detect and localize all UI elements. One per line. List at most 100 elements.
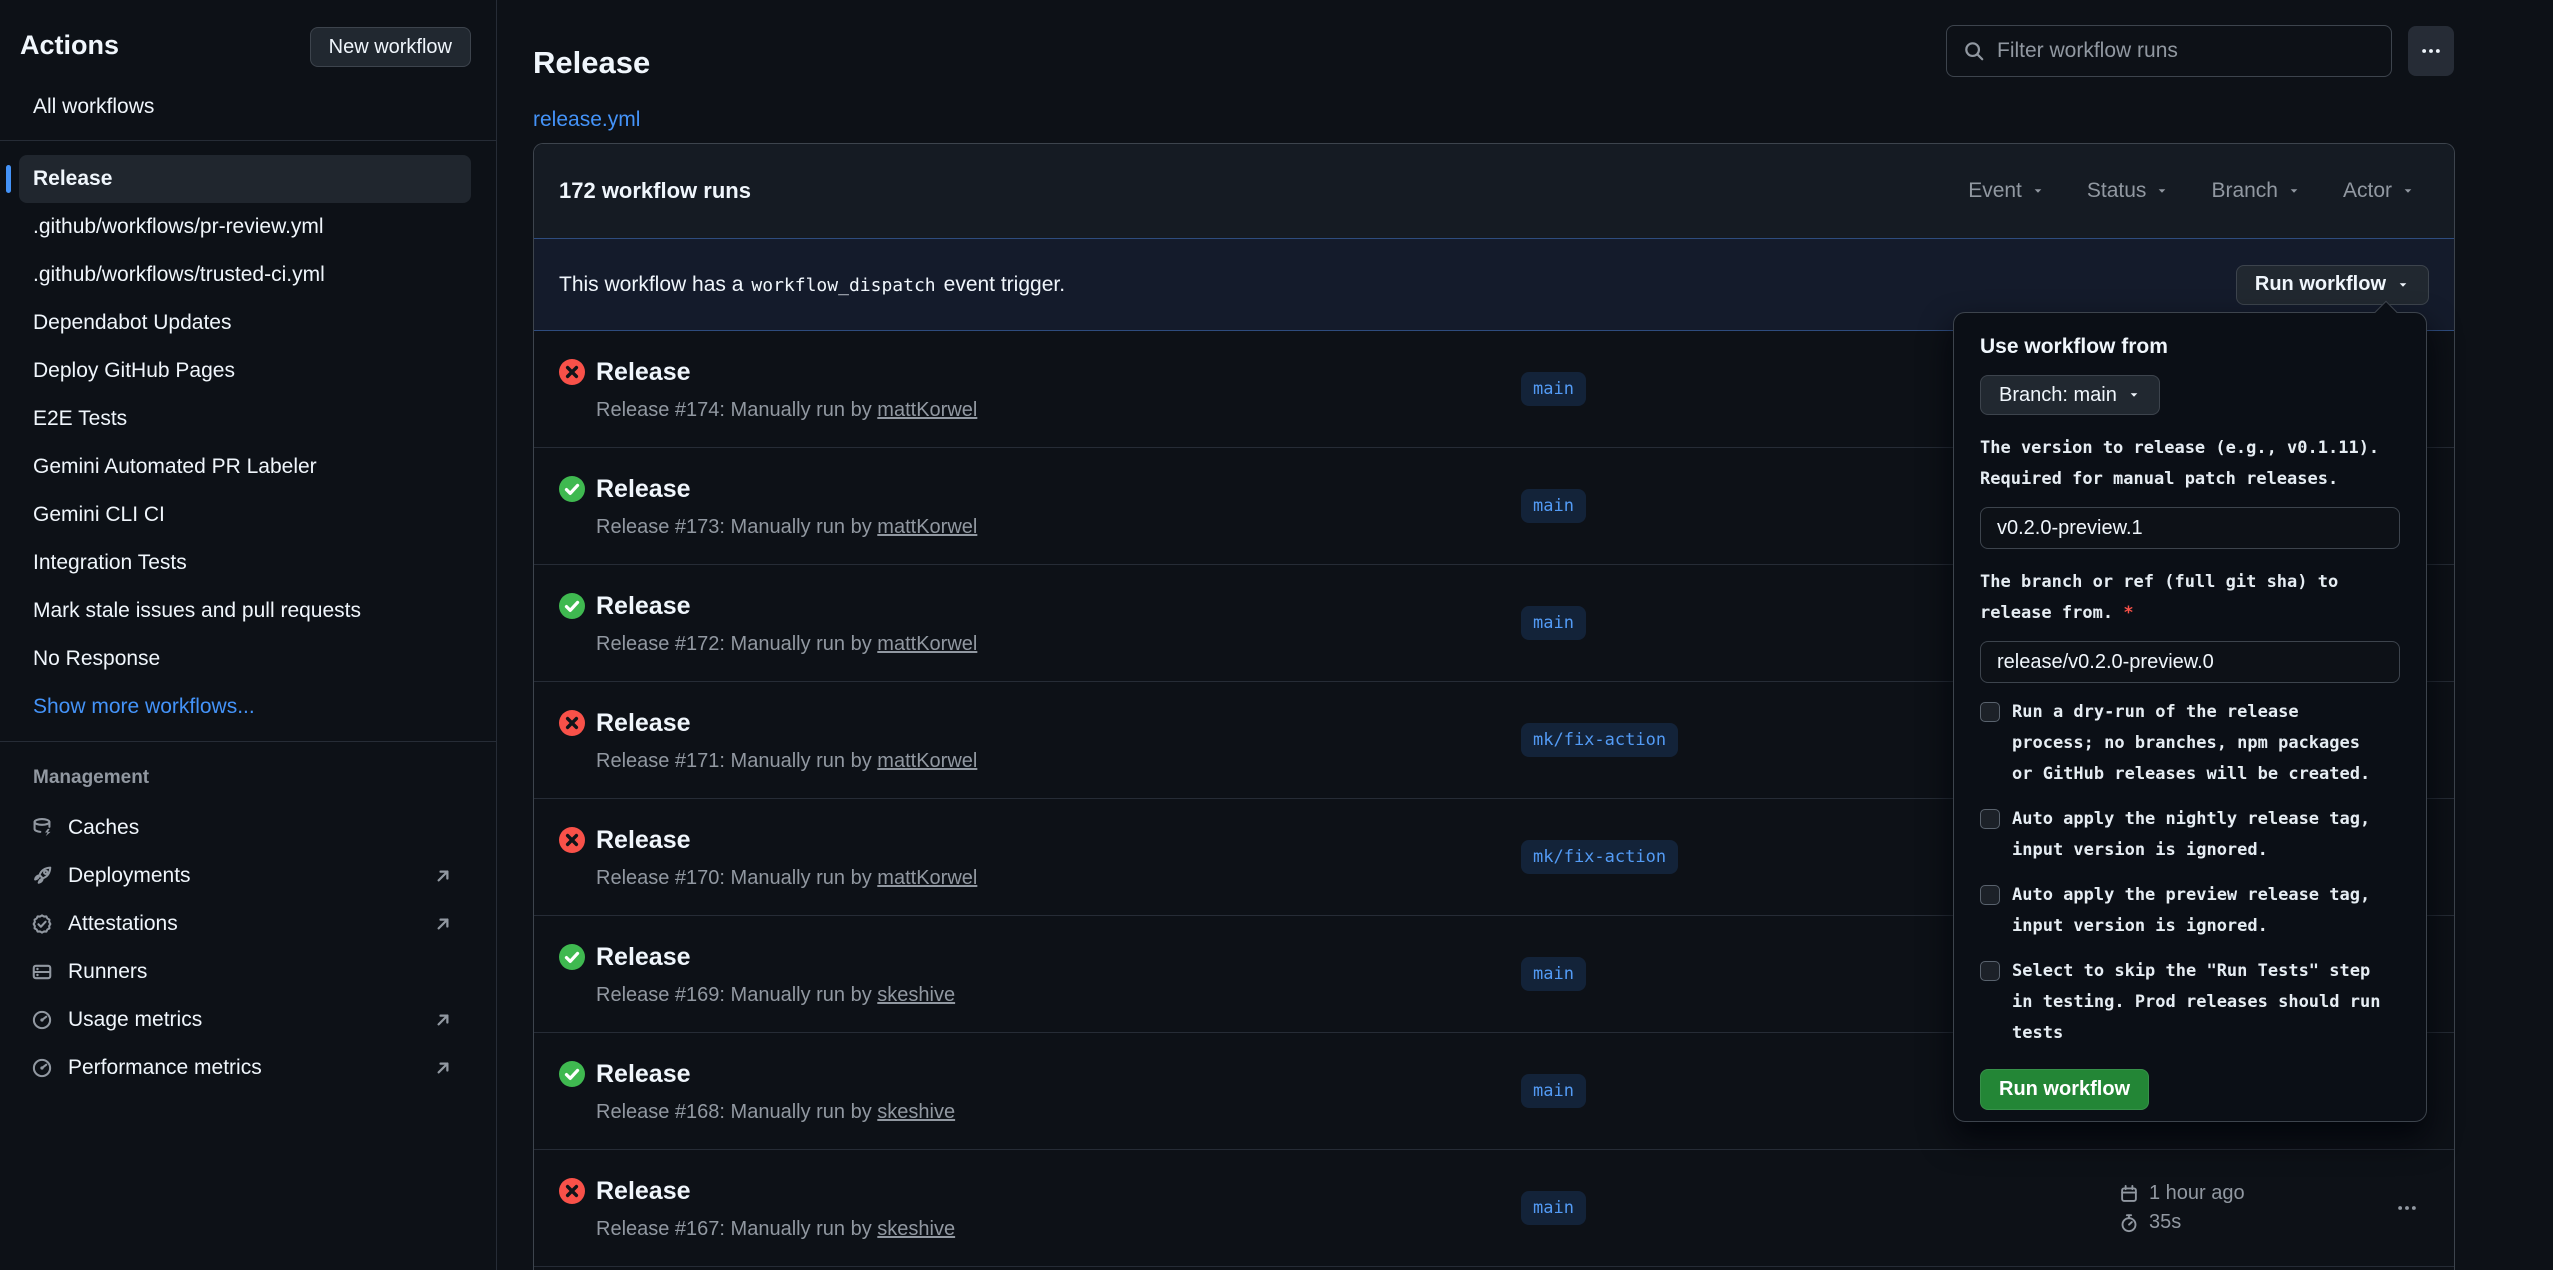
sidebar-item-workflow[interactable]: Gemini CLI CI: [19, 491, 471, 539]
management-label: Deployments: [68, 854, 191, 898]
sidebar-item-workflow[interactable]: Show more workflows...: [19, 683, 471, 731]
management-label: Caches: [68, 806, 139, 850]
checkbox[interactable]: [1980, 809, 2000, 829]
sidebar-item-management[interactable]: Runners: [0, 948, 496, 996]
actor-link[interactable]: mattKorwel: [877, 633, 977, 655]
branch-badge[interactable]: main: [1521, 372, 1586, 406]
sidebar-item-workflow[interactable]: .github/workflows/pr-review.yml: [19, 203, 471, 251]
run-title[interactable]: Release: [596, 472, 977, 506]
filter-dropdown-label: Status: [2087, 179, 2147, 203]
selected-workflow-indicator: [6, 165, 11, 193]
sidebar-item-workflow[interactable]: Mark stale issues and pull requests: [19, 587, 471, 635]
sidebar-item-workflow[interactable]: .github/workflows/trusted-ci.yml: [19, 251, 471, 299]
actor-link[interactable]: mattKorwel: [877, 399, 977, 421]
management-label: Runners: [68, 950, 147, 994]
sidebar-header: Actions New workflow: [0, 0, 496, 85]
actor-link[interactable]: mattKorwel: [877, 516, 977, 538]
run-meta: 1 hour ago 35s: [2119, 1182, 2245, 1234]
sidebar-item-workflow[interactable]: No Response: [19, 635, 471, 683]
run-workflow-dropdown-button[interactable]: Run workflow: [2236, 265, 2429, 305]
sidebar-item-management[interactable]: Attestations: [0, 900, 496, 948]
run-title[interactable]: Release: [596, 1057, 955, 1091]
run-info: Release Release #169: Manually run by sk…: [596, 940, 955, 1010]
sidebar-item-workflow[interactable]: Deploy GitHub Pages: [19, 347, 471, 395]
chevron-down-icon: [2127, 388, 2141, 402]
filter-dropdown-label: Actor: [2343, 179, 2392, 203]
run-filters: Event Status Branch Actor: [1968, 179, 2415, 203]
branch-selector-button[interactable]: Branch: main: [1980, 375, 2160, 415]
sidebar-item-workflow[interactable]: Release: [19, 155, 471, 203]
workflow-file-link[interactable]: release.yml: [533, 108, 640, 132]
runs-count: 172 workflow runs: [559, 178, 751, 204]
actor-link[interactable]: skeshive: [877, 1101, 955, 1123]
filter-dropdown[interactable]: Status: [2087, 179, 2170, 203]
actor-link[interactable]: skeshive: [877, 1218, 955, 1240]
calendar-icon: [2119, 1184, 2139, 1204]
filter-dropdown[interactable]: Event: [1968, 179, 2045, 203]
branch-badge[interactable]: mk/fix-action: [1521, 723, 1678, 757]
actor-link[interactable]: mattKorwel: [877, 867, 977, 889]
filter-workflow-runs-field[interactable]: [1946, 25, 2392, 77]
branch-badge[interactable]: main: [1521, 489, 1586, 523]
sidebar-item-management[interactable]: Caches: [0, 804, 496, 852]
run-title[interactable]: Release: [596, 706, 977, 740]
actor-link[interactable]: mattKorwel: [877, 750, 977, 772]
run-description: Release #172: Manually run by mattKorwel: [596, 629, 977, 659]
run-description: Release #173: Manually run by mattKorwel: [596, 512, 977, 542]
branch-badge[interactable]: main: [1521, 1074, 1586, 1108]
run-title[interactable]: Release: [596, 589, 977, 623]
run-title[interactable]: Release: [596, 355, 977, 389]
run-title[interactable]: Release: [596, 940, 955, 974]
run-options-kebab[interactable]: [2396, 1197, 2418, 1219]
sidebar-item-management[interactable]: Usage metrics: [0, 996, 496, 1044]
checkbox[interactable]: [1980, 885, 2000, 905]
run-title[interactable]: Release: [596, 823, 977, 857]
management-label: Attestations: [68, 902, 178, 946]
branch-badge[interactable]: main: [1521, 957, 1586, 991]
checkbox-row[interactable]: Run a dry-run of the release process; no…: [1980, 697, 2400, 790]
sidebar-item-workflow[interactable]: Integration Tests: [19, 539, 471, 587]
management-label: Performance metrics: [68, 1046, 262, 1090]
checkbox[interactable]: [1980, 961, 2000, 981]
sidebar-item-workflow[interactable]: Gemini Automated PR Labeler: [19, 443, 471, 491]
chevron-down-icon: [2155, 184, 2169, 198]
version-input[interactable]: [1980, 507, 2400, 549]
run-title[interactable]: Release: [596, 1174, 955, 1208]
version-help-text: The version to release (e.g., v0.1.11). …: [1980, 433, 2400, 495]
sidebar-item-management[interactable]: Deployments: [0, 852, 496, 900]
ref-input[interactable]: [1980, 641, 2400, 683]
workflow-run-row[interactable]: Release Release #167: Manually run by sk…: [534, 1150, 2454, 1267]
actor-link[interactable]: skeshive: [877, 984, 955, 1006]
sidebar-item-all-workflows[interactable]: All workflows: [0, 85, 496, 129]
meter-icon: [31, 1057, 53, 1079]
checkbox[interactable]: [1980, 702, 2000, 722]
filter-workflow-runs-input[interactable]: [1997, 39, 2375, 63]
run-workflow-popover: Use workflow from Branch: main The versi…: [1953, 312, 2427, 1122]
filter-dropdown[interactable]: Actor: [2343, 179, 2415, 203]
workflow-label: Gemini Automated PR Labeler: [33, 455, 317, 478]
checkbox-row[interactable]: Auto apply the preview release tag, inpu…: [1980, 880, 2400, 942]
banner-text: This workflow has aworkflow_dispatcheven…: [559, 273, 1065, 297]
sidebar-title: Actions: [20, 30, 119, 61]
sidebar-item-workflow[interactable]: Dependabot Updates: [19, 299, 471, 347]
workflow-label: E2E Tests: [33, 407, 127, 430]
branch-badge[interactable]: main: [1521, 1191, 1586, 1225]
ref-help-text: The branch or ref (full git sha) to rele…: [1980, 567, 2400, 629]
checkbox-label: Auto apply the preview release tag, inpu…: [2012, 880, 2382, 942]
new-workflow-button[interactable]: New workflow: [310, 27, 471, 67]
success-icon: [559, 944, 585, 970]
workflow-label: .github/workflows/trusted-ci.yml: [33, 263, 325, 286]
sidebar-item-workflow[interactable]: E2E Tests: [19, 395, 471, 443]
rocket-icon: [31, 865, 53, 887]
branch-badge[interactable]: main: [1521, 606, 1586, 640]
sidebar-item-management[interactable]: Performance metrics: [0, 1044, 496, 1092]
checkbox-row[interactable]: Select to skip the "Run Tests" step in t…: [1980, 956, 2400, 1049]
run-info: Release Release #174: Manually run by ma…: [596, 355, 977, 425]
branch-badge[interactable]: mk/fix-action: [1521, 840, 1678, 874]
workflow-label: Gemini CLI CI: [33, 503, 165, 526]
workflow-options-kebab-button[interactable]: [2408, 26, 2454, 76]
run-workflow-submit-button[interactable]: Run workflow: [1980, 1069, 2149, 1110]
run-description: Release #170: Manually run by mattKorwel: [596, 863, 977, 893]
checkbox-row[interactable]: Auto apply the nightly release tag, inpu…: [1980, 804, 2400, 866]
filter-dropdown[interactable]: Branch: [2211, 179, 2301, 203]
